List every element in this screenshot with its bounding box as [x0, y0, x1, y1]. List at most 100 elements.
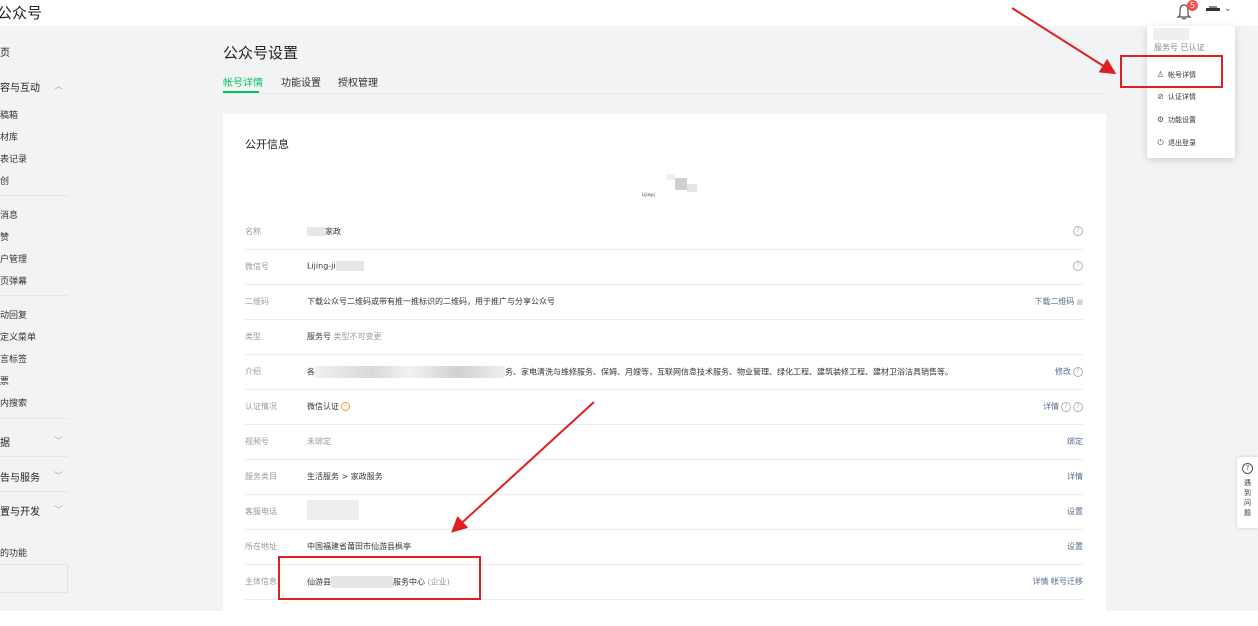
row-label: 所在地址: [245, 542, 277, 551]
chevron-down-icon[interactable]: ﹀: [54, 434, 63, 447]
sidebar-item-search[interactable]: 内搜索: [0, 396, 27, 409]
redacted-block: [1153, 28, 1189, 40]
sidebar-item-likes[interactable]: 赞: [0, 230, 9, 243]
set-phone-link[interactable]: 设置: [1067, 506, 1083, 517]
annotation-box-entity-info: [278, 556, 481, 600]
wechat-id-text: Lijing-ji: [307, 261, 336, 271]
help-icon[interactable]: ?: [1071, 261, 1083, 271]
account-logo: [667, 174, 697, 192]
intro-text-end: 务、家电清洗与维修服务、保姆、月嫂等，互联网信息技术服务、物业管理、绿化工程、建…: [505, 367, 953, 377]
info-row-verification: 认证情况 微信认证 ✓ 详情??: [245, 389, 1083, 425]
type-note: 类型不可变更: [333, 332, 382, 341]
sidebar-item-auto-reply[interactable]: 动回复: [0, 308, 27, 321]
verified-icon: ✓: [341, 402, 350, 411]
info-row-name: 名称 家政 ?: [245, 214, 1083, 250]
account-type-label: 服务号 已认证: [1153, 28, 1205, 53]
menu-item-logout[interactable]: ⏻ 退出登录: [1156, 138, 1196, 148]
help-icon[interactable]: ?: [1071, 226, 1083, 236]
sidebar-item-settings-dev[interactable]: 置与开发: [0, 503, 40, 518]
sidebar-divider: [0, 456, 68, 457]
row-value: 各 务、家电清洗与维修服务、保姆、月嫂等，互联网信息技术服务、物业管理、绿化工程、…: [307, 366, 953, 378]
sidebar-divider: [0, 418, 68, 419]
public-info-card: 公开信息 Lijing-j 名称 家政 ? 微信号 Lijing-ji ? 二维…: [223, 114, 1106, 611]
sidebar-item-messages[interactable]: 消息: [0, 208, 18, 221]
row-value: 下载公众号二维码或带有推一推标识的二维码，用于推广与分享公众号: [307, 297, 555, 306]
sidebar-item-data[interactable]: 据: [0, 434, 10, 449]
gear-icon: ⚙: [1156, 115, 1165, 124]
verification-details-link[interactable]: 详情??: [1043, 401, 1083, 412]
sidebar-item-new-feature[interactable]: 的功能: [0, 546, 27, 559]
info-row-qrcode: 二维码 下载公众号二维码或带有推一推标识的二维码，用于推广与分享公众号 下载二维…: [245, 284, 1083, 320]
row-label: 客服电话: [245, 507, 277, 516]
sidebar-divider: [0, 195, 68, 196]
row-label: 介绍: [245, 367, 261, 376]
notification-badge: 5: [1187, 0, 1198, 11]
row-label: 名称: [245, 227, 261, 236]
row-value: 中国福建省莆田市仙游县枫亭: [307, 542, 411, 551]
redacted-block: [307, 227, 325, 236]
sidebar-item-materials[interactable]: 材库: [0, 130, 18, 143]
row-label: 二维码: [245, 297, 269, 306]
sidebar-item-content[interactable]: 容与互动: [0, 79, 40, 94]
verification-text: 微信认证: [307, 402, 339, 411]
page-title: 公众号设置: [223, 44, 299, 62]
sidebar-item-comment-tags[interactable]: 言标签: [0, 352, 27, 365]
sidebar: 页 容与互动 ︿ 稿箱 材库 表记录 创 消息 赞 户管理 页弹幕 动回复 定义…: [0, 26, 68, 611]
account-avatar[interactable]: [1205, 5, 1221, 15]
bind-channels-link[interactable]: 绑定: [1067, 436, 1083, 447]
entity-actions-link[interactable]: 详情 帐号迁移: [1032, 576, 1083, 587]
sidebar-item-original[interactable]: 创: [0, 174, 9, 187]
sidebar-item-publish-records[interactable]: 表记录: [0, 152, 27, 165]
row-value: 家政: [307, 226, 341, 237]
type-text: 服务号: [307, 332, 331, 341]
question-icon: ?: [1242, 463, 1253, 474]
sidebar-item-drafts[interactable]: 稿箱: [0, 108, 18, 121]
section-title: 公开信息: [245, 138, 289, 151]
download-qrcode-link[interactable]: 下载二维码 ▦: [1034, 296, 1083, 307]
chevron-down-icon[interactable]: ﹀: [54, 503, 63, 516]
check-circle-icon: ⊘: [1157, 92, 1164, 101]
info-row-wechat-id: 微信号 Lijing-ji ?: [245, 249, 1083, 285]
set-address-link[interactable]: 设置: [1067, 541, 1083, 552]
sidebar-item-votes[interactable]: 票: [0, 374, 9, 387]
intro-text-start: 各: [307, 367, 315, 377]
tab-account-details[interactable]: 帐号详情: [223, 74, 263, 89]
menu-item-verification-details[interactable]: ⊘ 认证详情: [1156, 92, 1196, 102]
sidebar-item-danmaku[interactable]: 页弹幕: [0, 274, 27, 287]
app-title: 公众号: [0, 4, 43, 22]
logo-caption: Lijing-j: [642, 192, 656, 197]
chevron-up-icon[interactable]: ︿: [54, 79, 63, 92]
menu-item-feature-settings[interactable]: ⚙ 功能设置: [1156, 115, 1196, 125]
row-label: 认证情况: [245, 402, 277, 411]
help-float-label: 遇到问题: [1244, 479, 1251, 517]
sidebar-item-custom-menu[interactable]: 定义菜单: [0, 330, 36, 343]
info-row-channels: 视频号 未绑定 绑定: [245, 424, 1083, 460]
sidebar-item-ads-services[interactable]: 告与服务: [0, 469, 40, 484]
power-icon: ⏻: [1157, 138, 1164, 147]
chevron-down-icon[interactable]: ⌄: [1224, 4, 1232, 14]
row-value: Lijing-ji: [307, 261, 364, 271]
category-details-link[interactable]: 详情: [1067, 471, 1083, 482]
redacted-block: [307, 500, 359, 520]
help-float-button[interactable]: ? 遇到问题: [1237, 457, 1258, 528]
sidebar-divider: [0, 491, 68, 492]
sidebar-item-users[interactable]: 户管理: [0, 252, 27, 265]
info-row-intro: 介绍 各 务、家电清洗与维修服务、保姆、月嫂等，互联网信息技术服务、物业管理、绿化…: [245, 354, 1083, 390]
annotation-box-account-details: [1120, 55, 1223, 88]
row-label: 服务类目: [245, 472, 277, 481]
info-row-service-category: 服务类目 生活服务 > 家政服务 详情: [245, 459, 1083, 495]
edit-intro-link[interactable]: 修改?: [1055, 366, 1083, 377]
add-feature-box[interactable]: [0, 564, 68, 593]
tab-feature-settings[interactable]: 功能设置: [281, 74, 321, 89]
chevron-down-icon[interactable]: ﹀: [54, 469, 63, 482]
qrcode-icon: ▦: [1076, 298, 1083, 306]
tab-authorization[interactable]: 授权管理: [338, 74, 378, 89]
row-label: 视频号: [245, 437, 269, 446]
top-bar: 公众号 5 ⌄: [0, 0, 1258, 26]
redacted-block: [315, 366, 505, 378]
sidebar-item-home[interactable]: 页: [0, 44, 10, 59]
row-label: 主体信息: [245, 577, 277, 586]
row-label: 类型: [245, 332, 261, 341]
info-row-type: 类型 服务号 类型不可变更: [245, 319, 1083, 355]
row-value: 服务号 类型不可变更: [307, 331, 382, 342]
